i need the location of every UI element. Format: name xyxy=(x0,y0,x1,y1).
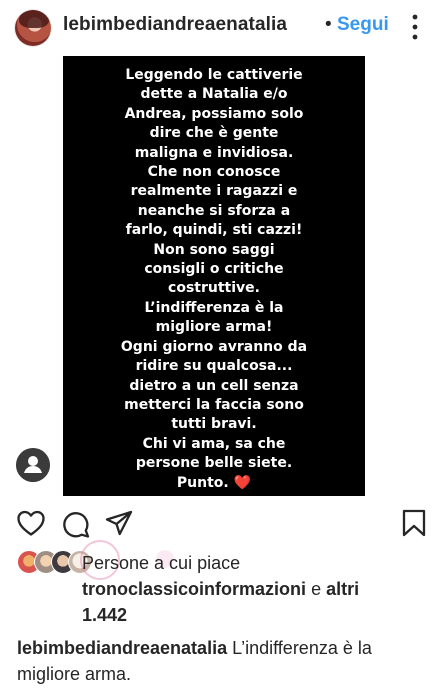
caption: lebimbediandreaenatalia L’indifferenza è… xyxy=(17,635,437,687)
user-tag-icon[interactable] xyxy=(16,448,50,482)
likes-others-link[interactable]: altri xyxy=(326,579,359,599)
more-vertical-icon[interactable] xyxy=(412,13,418,41)
avatar[interactable] xyxy=(15,10,51,46)
username-link[interactable]: lebimbediandreaenatalia xyxy=(63,14,287,36)
heart-icon[interactable] xyxy=(17,510,45,536)
avatar-hair xyxy=(19,10,49,28)
comment-icon[interactable] xyxy=(62,510,90,538)
story-text-body: Leggendo le cattiverie dette a Natalia e… xyxy=(120,67,308,491)
caption-username-link[interactable]: lebimbediandreaenatalia xyxy=(17,638,227,658)
likes-count[interactable]: 1.442 xyxy=(82,605,127,626)
likes-connector: e xyxy=(311,579,322,599)
post-header: lebimbediandreaenatalia • Segui xyxy=(0,0,443,56)
separator-dot: • xyxy=(325,14,332,35)
story-text: Leggendo le cattiverie dette a Natalia e… xyxy=(63,66,365,493)
liker-avatars[interactable] xyxy=(17,550,92,574)
story-image: Leggendo le cattiverie dette a Natalia e… xyxy=(63,56,365,496)
bookmark-icon[interactable] xyxy=(402,509,426,537)
likes-user-line: tronoclassicoinformazioni e altri xyxy=(82,579,359,600)
liker-username-link[interactable]: tronoclassicoinformazioni xyxy=(82,579,306,599)
red-heart-emoji: ❤️ xyxy=(233,474,252,491)
send-icon[interactable] xyxy=(105,510,133,536)
likes-prefix: Persone a cui piace xyxy=(82,553,241,573)
instagram-post: lebimbediandreaenatalia • Segui Leggendo… xyxy=(0,0,443,691)
follow-button[interactable]: Segui xyxy=(337,14,389,36)
